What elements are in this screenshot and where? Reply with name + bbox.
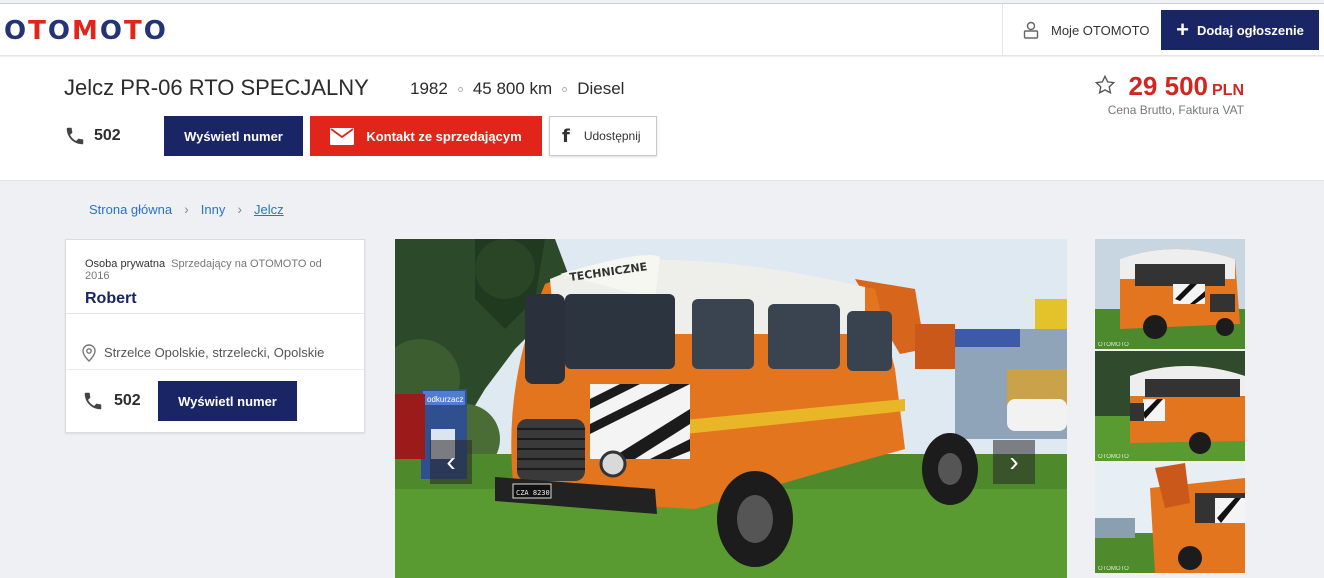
logo-letter: O: [143, 16, 168, 46]
location-pin-icon: [82, 343, 96, 362]
logo-letter: T: [123, 16, 144, 46]
logo-letter: O: [99, 16, 124, 46]
logo-letter: O: [4, 16, 29, 46]
sign-text: odkurzacz: [427, 395, 463, 404]
top-header: OTOMOTO Moje OTOMOTO + Dodaj ogłoszenie: [0, 3, 1324, 56]
truck-photo: odkurzacz TECHNICZNE CZA 8230: [395, 239, 1067, 578]
gallery-prev-button[interactable]: ‹: [430, 440, 472, 484]
breadcrumb: Strona główna › Inny › Jelcz: [89, 201, 284, 217]
share-button[interactable]: f Udostępnij: [549, 116, 657, 156]
thumbnail-watermark: OTOMOTO: [1098, 454, 1129, 460]
phone-number-partial: 502: [94, 127, 121, 144]
chevron-right-icon: ›: [1009, 446, 1019, 477]
my-account-label: Moje OTOMOTO: [1051, 22, 1150, 38]
breadcrumb-make[interactable]: Jelcz: [254, 202, 284, 217]
contact-seller-label: Kontakt ze sprzedającym: [366, 128, 522, 144]
otomoto-logo[interactable]: OTOMOTO: [4, 16, 168, 46]
listing-title: Jelcz PR-06 RTO SPECJALNY: [64, 75, 369, 100]
breadcrumb-category[interactable]: Inny: [201, 202, 226, 217]
listing-header: Jelcz PR-06 RTO SPECJALNY 1982 45 800 km…: [0, 57, 1324, 181]
thumbnail-watermark: OTOMOTO: [1098, 566, 1129, 572]
show-number-button[interactable]: Wyświetl numer: [164, 116, 303, 156]
logo-text: OTOMOTO: [4, 16, 168, 46]
contact-seller-button[interactable]: Kontakt ze sprzedającym: [310, 116, 542, 156]
license-plate: CZA 8230: [516, 489, 550, 497]
star-icon[interactable]: [1094, 74, 1116, 96]
logo-letter: O: [47, 16, 72, 46]
facebook-icon: f: [562, 125, 570, 147]
gallery-thumbnail[interactable]: OTOMOTO: [1095, 239, 1245, 349]
seller-card: Osoba prywatna Sprzedający na OTOMOTO od …: [65, 239, 365, 433]
seller-show-number-button[interactable]: Wyświetl numer: [158, 381, 297, 421]
chevron-left-icon: ‹: [446, 446, 456, 477]
phone-icon: [66, 127, 84, 145]
listing-params: 1982 45 800 km Diesel: [410, 79, 624, 99]
param-fuel: Diesel: [577, 79, 625, 98]
logo-letter: M: [71, 16, 100, 46]
add-listing-label: Dodaj ogłoszenie: [1196, 22, 1304, 38]
chevron-right-icon: ›: [237, 201, 243, 217]
price-note: Cena Brutto, Faktura VAT: [1107, 103, 1244, 117]
param-year: 1982: [410, 79, 448, 98]
seller-location: Strzelce Opolskie, strzelecki, Opolskie: [66, 314, 364, 370]
logo-letter: T: [28, 16, 48, 46]
separator-dot: [562, 86, 568, 92]
gallery-thumbnail[interactable]: OTOMOTO: [1095, 351, 1245, 461]
add-listing-button[interactable]: + Dodaj ogłoszenie: [1161, 10, 1319, 50]
phone-row: 502 Wyświetl numer Kontakt ze sprzedając…: [64, 116, 657, 156]
price-value: 29 500: [1128, 71, 1208, 101]
price-currency: PLN: [1212, 82, 1244, 99]
thumbnail-watermark: OTOMOTO: [1098, 342, 1129, 348]
param-mileage: 45 800 km: [472, 79, 553, 98]
chevron-right-icon: ›: [184, 201, 189, 217]
gallery-next-button[interactable]: ›: [993, 440, 1035, 484]
seller-phone-row: 502 Wyświetl numer: [66, 370, 364, 421]
breadcrumb-home[interactable]: Strona główna: [89, 202, 172, 217]
seller-type-row: Osoba prywatna Sprzedający na OTOMOTO od …: [85, 258, 345, 282]
gallery-thumbnail[interactable]: OTOMOTO: [1095, 463, 1245, 573]
user-icon: [1023, 21, 1039, 39]
envelope-icon: [330, 127, 355, 145]
thumbnail-photo: OTOMOTO: [1095, 463, 1245, 573]
thumbnail-photo: OTOMOTO: [1095, 351, 1245, 461]
my-account-link[interactable]: Moje OTOMOTO: [1002, 4, 1160, 56]
share-label: Udostępnij: [583, 129, 641, 143]
phone-icon: [84, 392, 102, 410]
plus-icon: +: [1176, 17, 1189, 42]
seller-location-text: Strzelce Opolskie, strzelecki, Opolskie: [104, 345, 325, 360]
price-block: 29 500 PLN Cena Brutto, Faktura VAT: [1094, 71, 1244, 117]
thumbnail-photo: OTOMOTO: [1095, 239, 1245, 349]
seller-phone-number-partial: 502: [114, 392, 141, 409]
seller-type: Osoba prywatna: [85, 258, 166, 270]
seller-name[interactable]: Robert: [85, 290, 345, 308]
separator-dot: [457, 86, 463, 92]
main-photo[interactable]: odkurzacz TECHNICZNE CZA 8230 ‹ ›: [395, 239, 1067, 578]
